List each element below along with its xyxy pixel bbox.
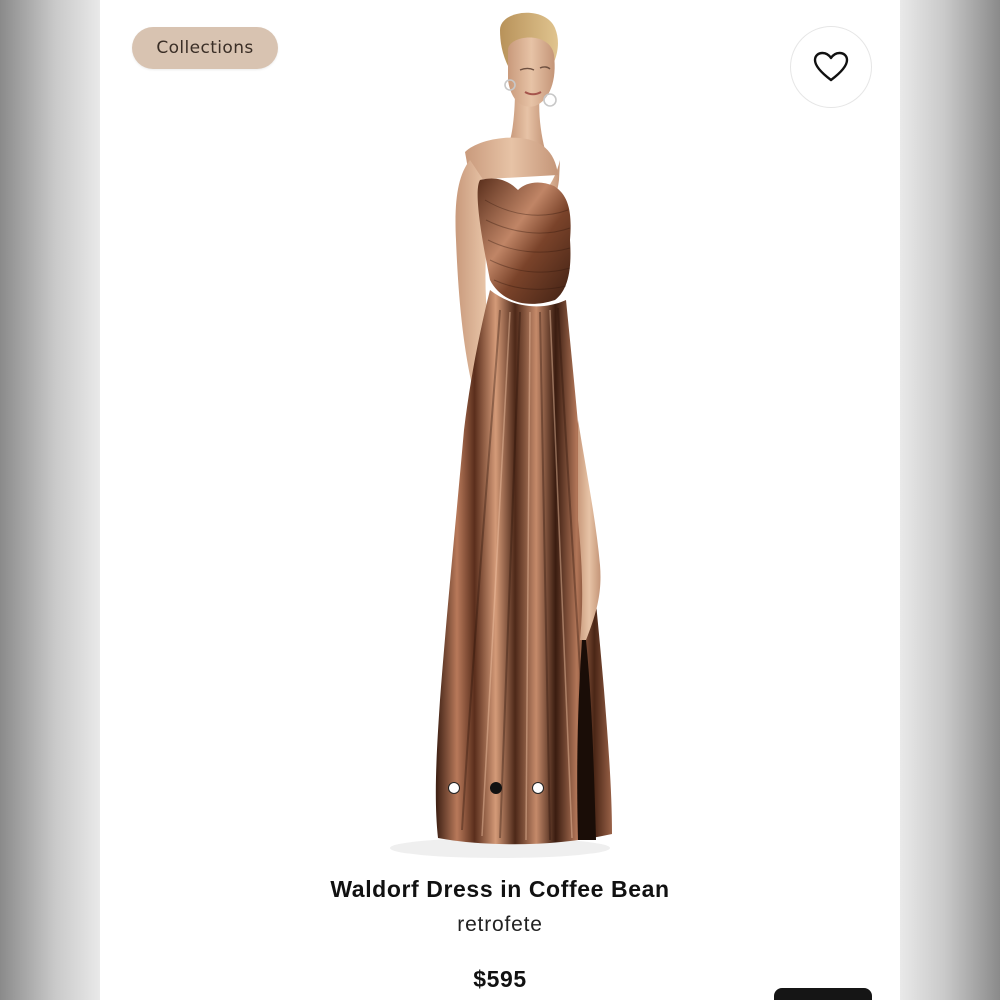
heart-icon <box>813 51 849 82</box>
favorite-button[interactable] <box>790 26 872 108</box>
right-backdrop <box>900 0 1000 1000</box>
carousel-dot[interactable] <box>532 782 544 794</box>
carousel-dots <box>448 782 544 794</box>
product-card: Collections Waldorf Dress in Coffee Bean… <box>100 0 900 1000</box>
collections-label: Collections <box>156 38 254 58</box>
product-brand[interactable]: retrofete <box>100 913 900 937</box>
product-title: Waldorf Dress in Coffee Bean <box>330 876 670 902</box>
carousel-dot-active[interactable] <box>490 782 502 794</box>
carousel-dot[interactable] <box>448 782 460 794</box>
left-backdrop <box>0 0 100 1000</box>
product-image[interactable] <box>350 0 650 870</box>
bottom-action-button[interactable] <box>774 988 872 1000</box>
collections-button[interactable]: Collections <box>132 27 278 69</box>
